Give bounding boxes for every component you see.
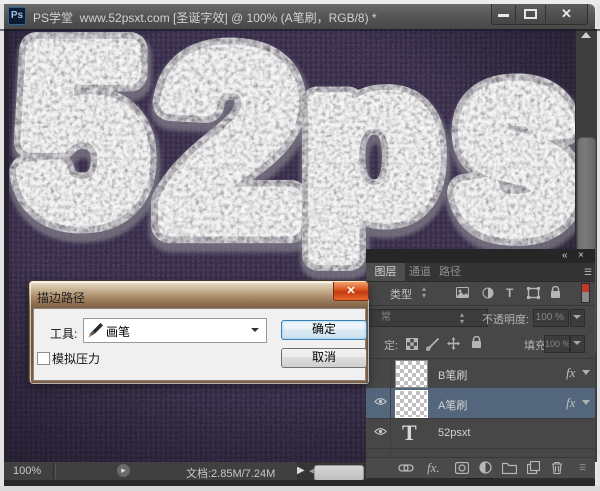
svg-text:2: 2 — [161, 29, 301, 277]
svg-text:5: 5 — [19, 29, 146, 265]
svg-text:s: s — [456, 29, 577, 278]
svg-text:p: p — [303, 29, 440, 256]
